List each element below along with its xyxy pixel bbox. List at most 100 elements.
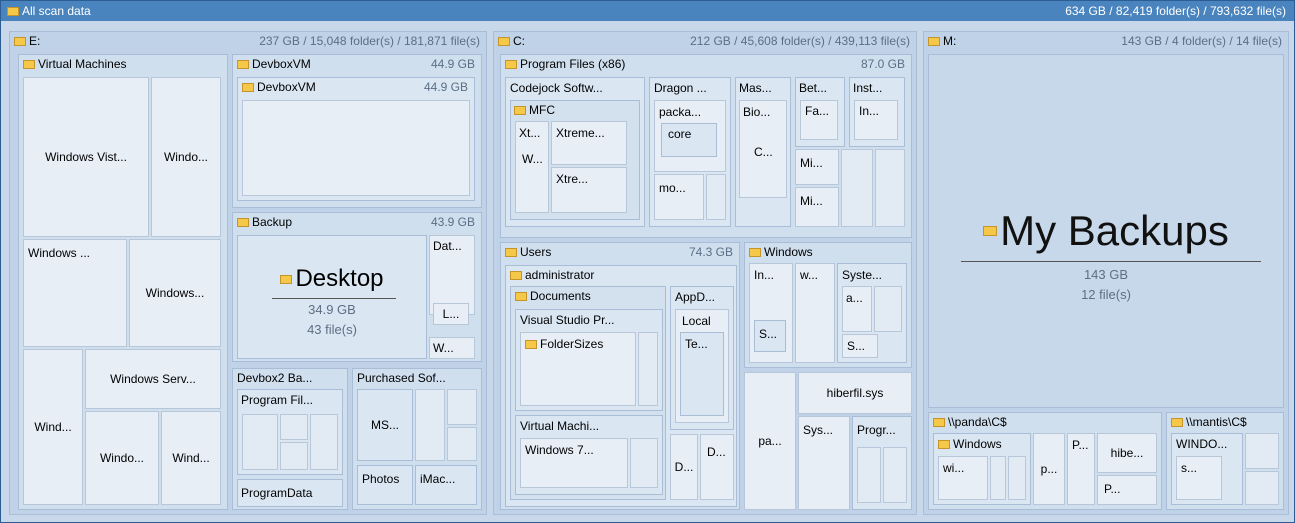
folder-virtual-machines[interactable]: Virtual Machines Windows Vist... Windo..… <box>18 54 228 510</box>
folder-devboxvm[interactable]: DevboxVM 44.9 GB DevboxVM 44.9 GB <box>232 54 482 208</box>
folder-mantis[interactable]: \\mantis\C$ WINDO... s... <box>1166 412 1284 510</box>
folder-backup[interactable]: Backup 43.9 GB Desktop 34.9 GB 43 file(s)… <box>232 212 482 362</box>
file-block[interactable] <box>280 414 308 440</box>
drive-e-block[interactable]: E: 237 GB / 15,048 folder(s) / 181,871 f… <box>9 31 487 515</box>
folder-program-files[interactable]: Program Fil... <box>237 389 343 475</box>
drive-c-block[interactable]: C: 212 GB / 45,608 folder(s) / 439,113 f… <box>493 31 917 515</box>
file-block[interactable] <box>242 100 470 196</box>
file-block[interactable]: Fa... <box>800 100 838 140</box>
file-block[interactable]: Xt... W... <box>515 121 549 213</box>
folder-panda-windows[interactable]: Windows wi... <box>933 433 1031 505</box>
folder-progr[interactable]: Progr... <box>852 416 912 510</box>
folder-wi[interactable]: wi... <box>938 456 988 500</box>
file-block[interactable] <box>415 389 445 461</box>
folder-panda[interactable]: \\panda\C$ Windows wi... p... P... hibe.… <box>928 412 1162 510</box>
folder-photos[interactable]: Photos <box>357 465 413 505</box>
folder-windo[interactable]: WINDO... s... <box>1171 433 1243 505</box>
file-block[interactable] <box>1008 456 1026 500</box>
vm-item[interactable]: Windows Vist... <box>23 77 149 237</box>
folder-sys[interactable]: Sys... <box>798 416 850 510</box>
file-hibe[interactable]: hibe... <box>1097 433 1157 473</box>
file-hiberfil[interactable]: hiberfil.sys <box>798 372 912 414</box>
folder-s1[interactable]: S... <box>754 320 786 352</box>
file-block[interactable] <box>990 456 1006 500</box>
folder-imac[interactable]: iMac... <box>415 465 477 505</box>
folder-label: Syste... <box>842 268 883 282</box>
folder-windows[interactable]: Windows In... S... w... Syste... a... S..… <box>744 242 912 368</box>
folder-appd[interactable]: AppD... Local Te... <box>670 286 734 430</box>
folder-d1[interactable]: D... <box>670 434 698 500</box>
folder-users[interactable]: Users 74.3 GB administrator Documents Vis… <box>500 242 740 510</box>
folder-p1[interactable]: p... <box>1033 433 1065 505</box>
file-block[interactable] <box>706 174 726 220</box>
folder-d2[interactable]: D... <box>700 434 734 500</box>
folder-documents[interactable]: Documents Visual Studio Pr... FolderSize… <box>510 286 666 500</box>
file-block[interactable] <box>447 427 477 461</box>
folder-inst[interactable]: Inst... In... <box>849 77 905 147</box>
folder-system[interactable]: Syste... a... S... <box>837 263 907 363</box>
vm-item[interactable]: Windows Serv... <box>85 349 221 409</box>
folder-mi-1[interactable]: Mi... <box>795 149 839 185</box>
folder-virtual-machi[interactable]: Virtual Machi... Windows 7... <box>515 415 663 495</box>
folder-w[interactable]: w... <box>795 263 835 363</box>
vm-item[interactable]: Windo... <box>85 411 159 505</box>
folder-s2[interactable]: S... <box>842 334 878 358</box>
folder-dragon[interactable]: Dragon ... packa... core mo... <box>649 77 731 227</box>
vm-item[interactable]: Windows... <box>129 239 221 347</box>
folder-visual-studio[interactable]: Visual Studio Pr... FolderSizes <box>515 309 663 411</box>
file-block[interactable] <box>841 149 873 227</box>
folder-foldersizes[interactable]: FolderSizes <box>520 332 636 406</box>
file-block[interactable] <box>1245 433 1279 469</box>
folder-p2[interactable]: P... <box>1067 433 1095 505</box>
file-block[interactable] <box>630 438 658 488</box>
drive-m-block[interactable]: M: 143 GB / 4 folder(s) / 14 file(s) My … <box>923 31 1289 515</box>
file-block[interactable]: Xtreme... <box>551 121 627 165</box>
folder-programdata[interactable]: ProgramData <box>237 479 343 507</box>
file-pa[interactable]: pa... <box>744 372 796 510</box>
file-block[interactable] <box>638 332 658 406</box>
vm-item[interactable]: Windo... <box>151 77 221 237</box>
file-block[interactable] <box>874 286 902 332</box>
folder-devboxvm-inner[interactable]: DevboxVM 44.9 GB <box>237 77 475 201</box>
vm-item[interactable]: Windows ... <box>23 239 127 347</box>
folder-mi-2[interactable]: Mi... <box>795 187 839 227</box>
vm-item-label: Wind... <box>172 451 210 465</box>
file-block[interactable] <box>242 414 278 470</box>
vm-item[interactable]: Wind... <box>23 349 83 505</box>
folder-s[interactable]: s... <box>1176 456 1222 500</box>
folder-mas[interactable]: Mas... Bio... C... <box>735 77 791 227</box>
folder-te[interactable]: Te... <box>680 332 724 416</box>
folder-program-files-x86[interactable]: Program Files (x86) 87.0 GB Codejock Soft… <box>500 54 912 238</box>
title-bar[interactable]: All scan data 634 GB / 82,419 folder(s) … <box>1 1 1294 21</box>
folder-in[interactable]: In... S... <box>749 263 793 363</box>
folder-my-backups[interactable]: My Backups 143 GB 12 file(s) <box>928 54 1284 408</box>
file-block[interactable]: In... <box>854 100 898 140</box>
file-block[interactable] <box>280 442 308 470</box>
file-block[interactable] <box>857 447 881 503</box>
file-block[interactable]: Xtre... <box>551 167 627 213</box>
file-block[interactable] <box>310 414 338 470</box>
folder-local[interactable]: Local Te... <box>675 309 729 423</box>
backup-item[interactable]: L... <box>433 303 469 325</box>
folder-ms[interactable]: MS... <box>357 389 413 461</box>
folder-core[interactable]: core <box>661 123 717 157</box>
folder-devbox2[interactable]: Devbox2 Ba... Program Fil... ProgramData <box>232 368 348 510</box>
folder-administrator[interactable]: administrator Documents Visual Studio Pr… <box>505 265 737 507</box>
backup-item[interactable]: W... <box>429 337 475 359</box>
folder-mfc[interactable]: MFC Xt... W... Xtreme... Xtre... <box>510 100 640 220</box>
folder-packa[interactable]: packa... core <box>654 100 726 172</box>
folder-mo[interactable]: mo... <box>654 174 704 220</box>
folder-windows7[interactable]: Windows 7... <box>520 438 628 488</box>
folder-codejock[interactable]: Codejock Softw... MFC Xt... W... Xtreme..… <box>505 77 645 227</box>
file-block[interactable] <box>1245 471 1279 505</box>
file-block[interactable] <box>447 389 477 425</box>
folder-bet[interactable]: Bet... Fa... <box>795 77 845 147</box>
folder-a[interactable]: a... <box>842 286 872 332</box>
file-block[interactable] <box>875 149 905 227</box>
vm-item[interactable]: Wind... <box>161 411 221 505</box>
folder-bio[interactable]: Bio... C... <box>739 100 787 198</box>
folder-purchased-software[interactable]: Purchased Sof... MS... Photos iMac... <box>352 368 482 510</box>
folder-p3[interactable]: P... <box>1097 475 1157 505</box>
file-block[interactable] <box>883 447 907 503</box>
folder-desktop[interactable]: Desktop 34.9 GB 43 file(s) <box>237 235 427 359</box>
